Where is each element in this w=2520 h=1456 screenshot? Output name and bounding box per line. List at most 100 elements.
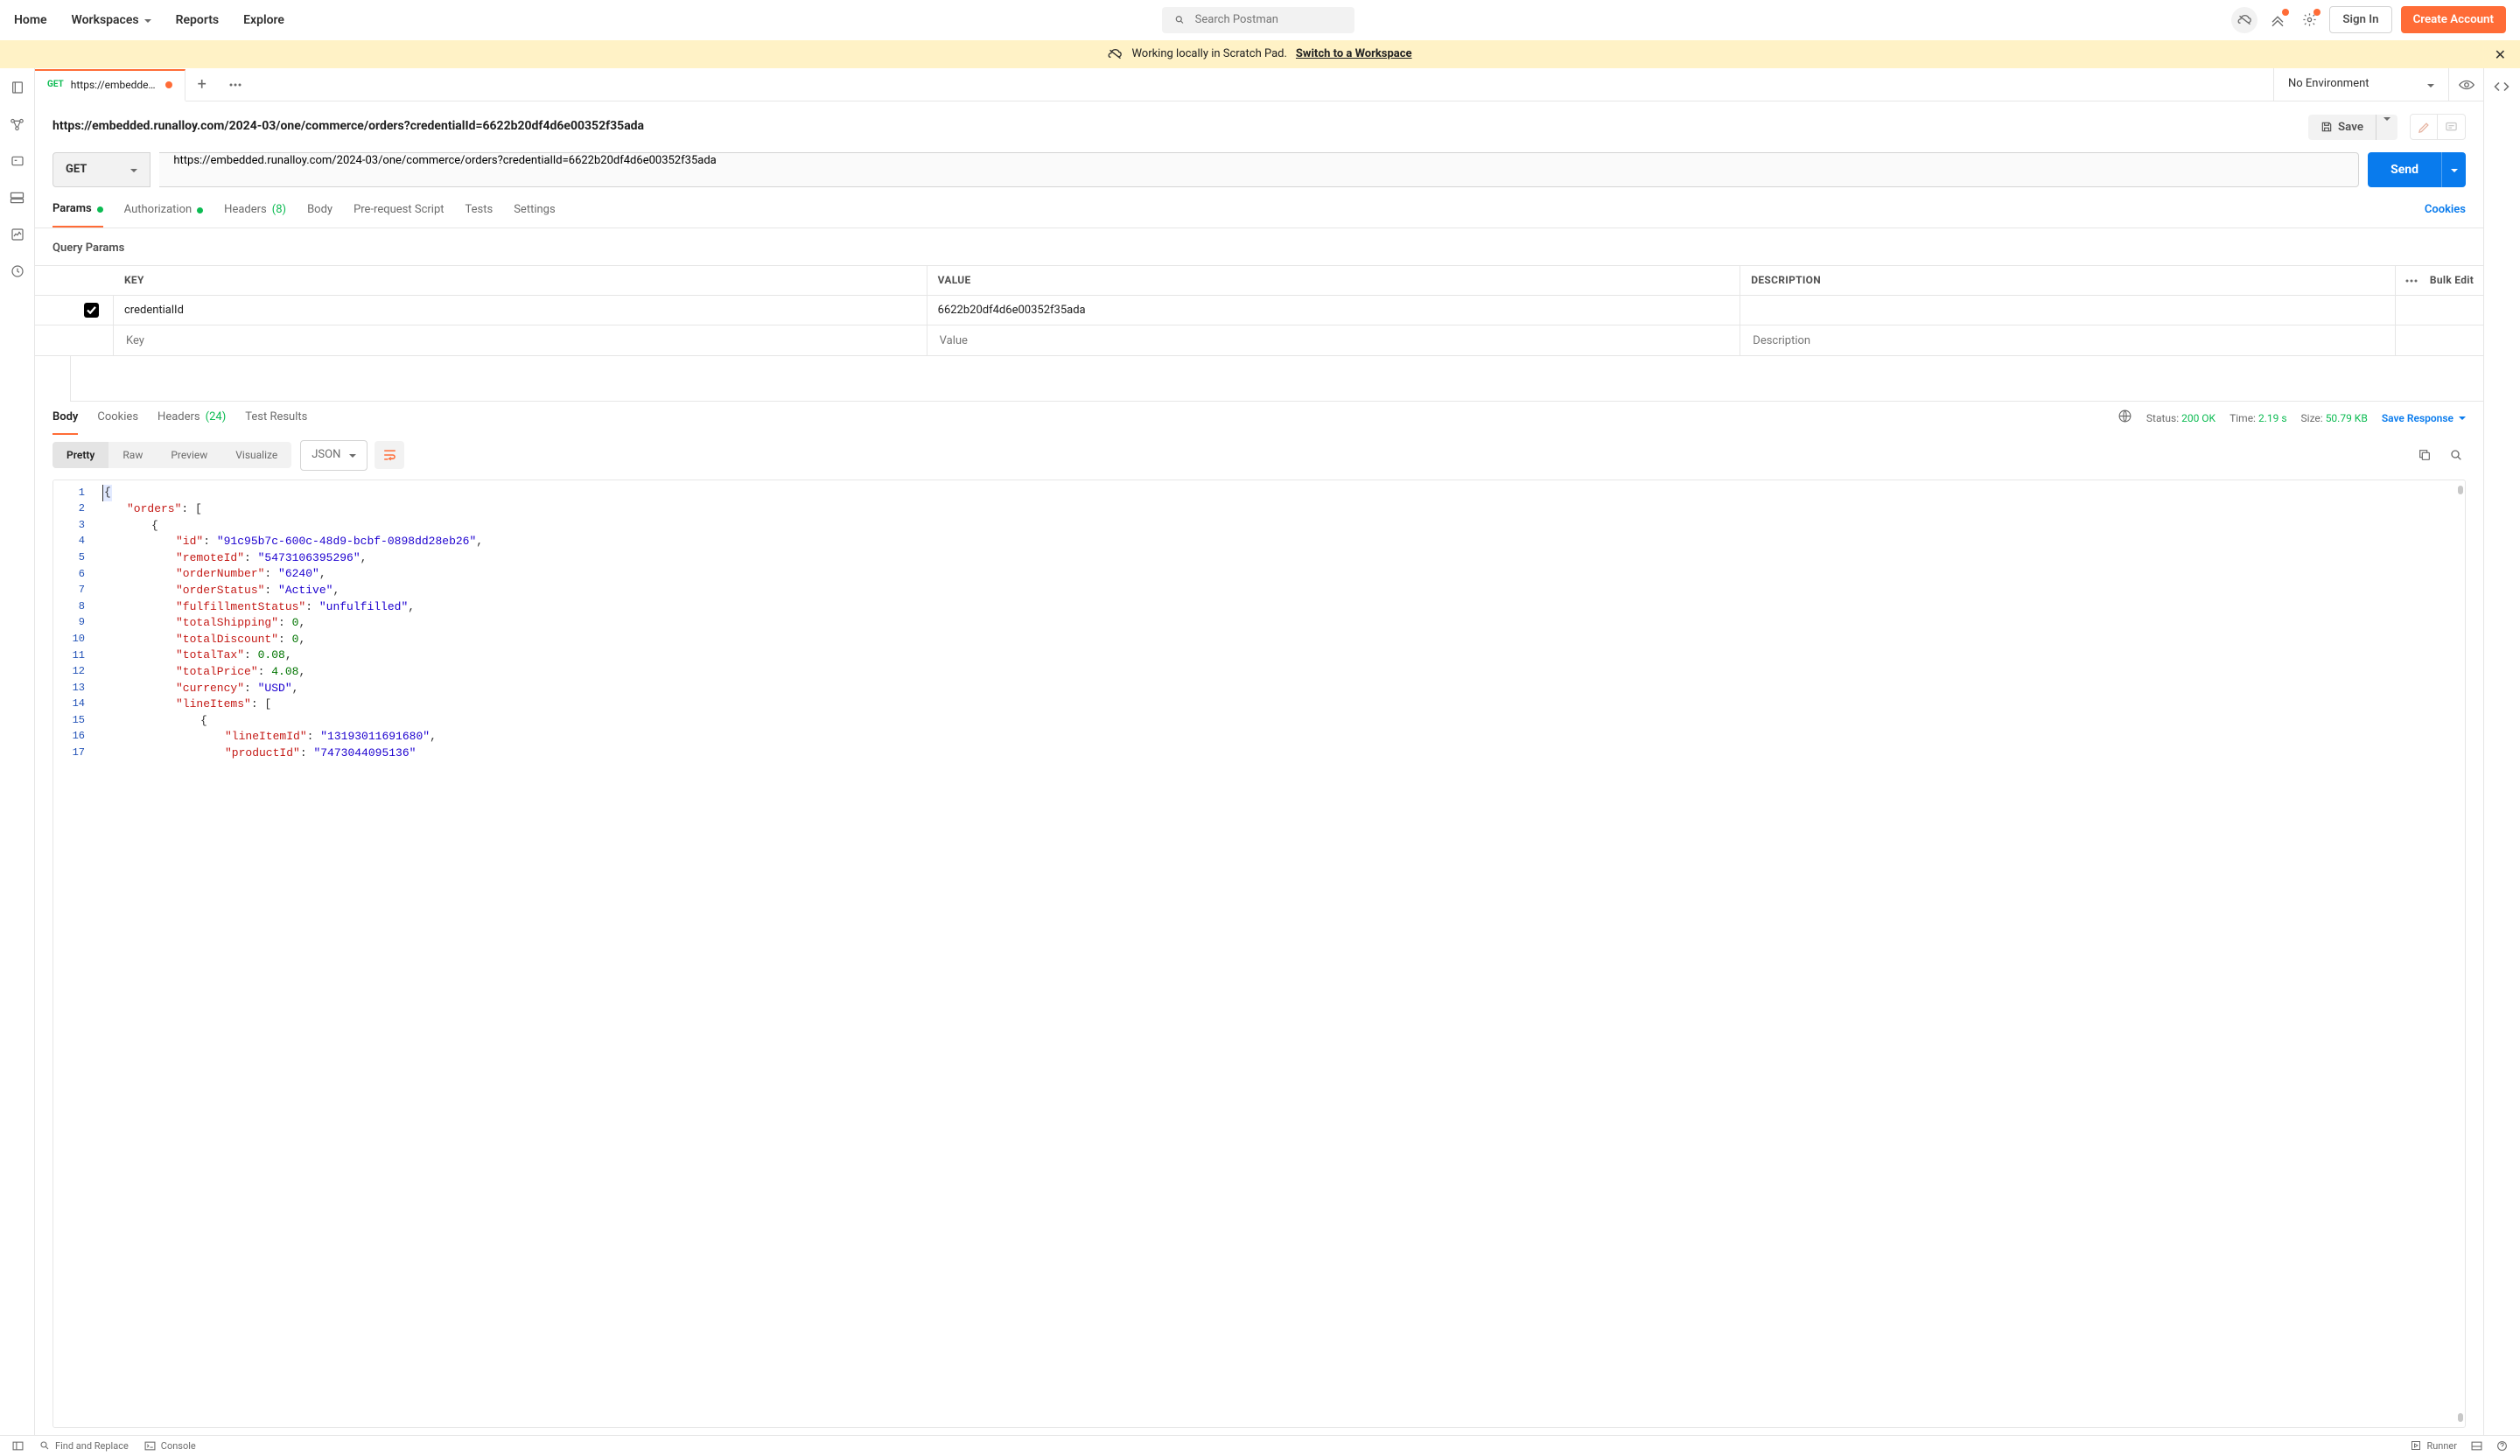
collections-icon[interactable] [9,79,26,96]
settings-button[interactable] [2298,9,2320,32]
environment-quicklook-button[interactable] [2448,68,2483,101]
code-snippet-button[interactable] [2494,80,2511,98]
send-options-button[interactable] [2441,152,2466,187]
view-mode-tabs: Pretty Raw Preview Visualize [52,442,291,468]
globe-icon[interactable] [2118,409,2132,428]
active-dot-icon [197,207,203,214]
view-raw[interactable]: Raw [108,442,157,468]
col-key: KEY [114,266,928,295]
response-body[interactable]: 1234567891011121314151617 {"orders": [{"… [52,480,2466,1428]
scrollbar-thumb[interactable] [2458,1413,2463,1422]
unsaved-indicator-icon [165,81,172,88]
cloud-offline-button[interactable] [2231,7,2258,33]
param-desc-input[interactable] [1740,326,2396,355]
notifications-button[interactable] [2266,9,2289,32]
format-label: JSON [312,447,340,463]
view-pretty[interactable]: Pretty [52,442,108,468]
row-actions [2396,296,2483,325]
format-selector[interactable]: JSON [300,440,368,470]
param-checkbox[interactable] [70,296,114,325]
param-checkbox-empty [70,326,114,355]
cloud-offline-icon [1108,49,1123,60]
resp-tab-body[interactable]: Body [52,402,78,435]
request-tab[interactable]: GET https://embedded... [35,69,186,102]
scrollbar-thumb[interactable] [2458,486,2463,494]
param-value-input[interactable] [928,326,1741,355]
param-key-cell[interactable]: credentialId [114,296,928,325]
badge-dot-icon [2282,9,2289,16]
signin-button[interactable]: Sign In [2329,6,2391,33]
find-replace-button[interactable]: Find and Replace [39,1439,129,1452]
banner-close-button[interactable]: ✕ [2495,46,2506,63]
tab-params[interactable]: Params [52,201,103,228]
save-button[interactable]: Save [2308,115,2376,140]
monitors-icon[interactable] [9,226,26,243]
nav-home[interactable]: Home [14,13,47,27]
sidebar-toggle[interactable] [12,1441,24,1451]
environment-selector[interactable]: No Environment [2273,68,2448,101]
top-navbar: Home Workspaces Reports Explore [0,0,2520,40]
tab-overflow-button[interactable] [219,83,252,87]
headers-count: (24) [206,410,227,425]
tab-tests[interactable]: Tests [466,202,494,227]
col-value: VALUE [928,266,1741,295]
mock-servers-icon[interactable] [9,189,26,206]
save-icon [2320,121,2333,133]
resp-tab-tests[interactable]: Test Results [245,402,307,435]
method-selector[interactable]: GET [52,152,150,187]
chevron-down-icon [349,454,356,458]
history-icon[interactable] [9,262,26,280]
wrap-lines-button[interactable] [374,441,404,469]
headers-count: (8) [272,202,286,218]
view-preview[interactable]: Preview [157,442,221,468]
new-tab-button[interactable]: + [186,68,219,101]
json-code: {"orders": [{"id": "91c95b7c-600c-48d9-b… [94,480,2465,767]
tab-method-label: GET [47,79,64,91]
console-button[interactable]: Console [144,1439,196,1452]
resp-tab-cookies[interactable]: Cookies [97,402,138,435]
url-input[interactable] [172,153,2346,168]
tab-headers[interactable]: Headers(8) [224,202,286,227]
banner-text: Working locally in Scratch Pad. [1131,46,1286,62]
create-account-button[interactable]: Create Account [2401,6,2506,33]
copy-button[interactable] [2415,445,2434,465]
edit-button[interactable] [2410,114,2438,140]
method-label: GET [66,162,87,178]
param-key-input[interactable] [114,326,928,355]
time-value: 2.19 s [2258,412,2287,424]
comment-button[interactable] [2438,114,2466,140]
environments-icon[interactable] [9,152,26,170]
cookies-link[interactable]: Cookies [2425,202,2466,227]
search-input-wrapper[interactable] [1162,7,1354,33]
url-input-wrapper[interactable] [159,152,2359,187]
search-response-button[interactable] [2446,445,2466,465]
save-options-button[interactable] [2376,115,2398,140]
checkmark-icon [87,306,96,314]
switch-workspace-link[interactable]: Switch to a Workspace [1296,46,1412,62]
view-visualize[interactable]: Visualize [221,442,291,468]
tab-prerequest[interactable]: Pre-request Script [354,202,444,227]
tab-settings[interactable]: Settings [514,202,555,227]
runner-button[interactable]: Runner [2411,1439,2457,1452]
layout-button[interactable] [2471,1441,2482,1451]
param-desc-cell[interactable] [1740,296,2396,325]
help-button[interactable] [2496,1440,2508,1452]
nav-explore[interactable]: Explore [243,13,284,27]
scratch-pad-banner: Working locally in Scratch Pad. Switch t… [0,40,2520,68]
size-label: Size: [2301,412,2323,424]
nav-workspaces[interactable]: Workspaces [72,13,151,27]
search-input[interactable] [1194,12,1342,27]
apis-icon[interactable] [9,116,26,133]
row-actions [2396,326,2483,355]
more-icon[interactable] [2405,279,2418,283]
save-response-button[interactable]: Save Response [2382,411,2466,426]
bulk-edit-button[interactable]: Bulk Edit [2430,273,2474,288]
resp-tab-headers[interactable]: Headers (24) [158,402,226,435]
tab-authorization[interactable]: Authorization [124,202,204,227]
params-table: KEY VALUE DESCRIPTION Bulk Edit credenti… [35,265,2483,356]
send-button[interactable]: Send [2368,152,2441,187]
tab-label: Headers [158,410,200,425]
tab-body[interactable]: Body [307,202,332,227]
param-value-cell[interactable]: 6622b20df4d6e00352f35ada [928,296,1741,325]
nav-reports[interactable]: Reports [176,13,220,27]
